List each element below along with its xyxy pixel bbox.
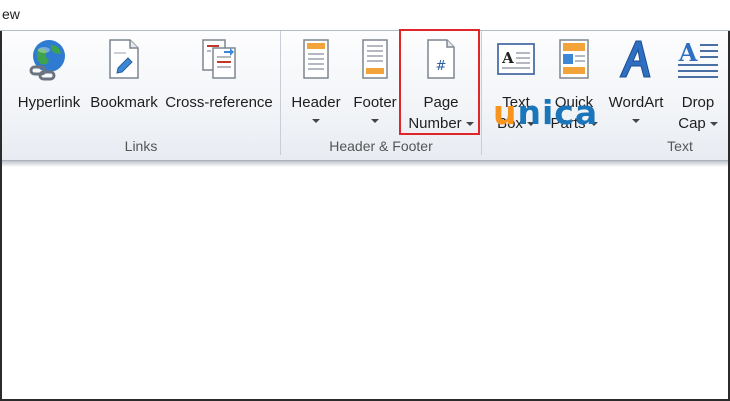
text-box-icon: A bbox=[497, 43, 535, 75]
cross-reference-icon bbox=[202, 39, 236, 79]
footer-icon bbox=[362, 39, 388, 79]
wordart-dropdown-caret[interactable] bbox=[632, 119, 640, 123]
svg-text:A: A bbox=[678, 38, 698, 67]
drop-cap-label-line2: Cap bbox=[669, 113, 727, 134]
group-separator bbox=[280, 31, 281, 155]
bookmark-button[interactable]: Bookmark bbox=[86, 31, 162, 133]
watermark-u: u bbox=[493, 93, 518, 132]
document-area[interactable] bbox=[2, 167, 728, 399]
tab-view[interactable]: ew bbox=[2, 6, 20, 22]
drop-cap-label-line1: Drop bbox=[681, 94, 715, 111]
wordart-button[interactable]: WordArt bbox=[603, 31, 669, 133]
text-group-label: Text bbox=[667, 138, 693, 154]
globe-chain-icon bbox=[29, 40, 65, 81]
drop-cap-button[interactable]: A Drop Cap bbox=[669, 31, 727, 133]
links-group-label: Links bbox=[124, 138, 158, 154]
unica-watermark: unica bbox=[493, 93, 609, 132]
footer-dropdown-caret[interactable] bbox=[371, 119, 379, 123]
ribbon-tab-strip: ew bbox=[0, 0, 730, 31]
wordart-icon bbox=[619, 40, 651, 78]
header-footer-group-label: Header & Footer bbox=[329, 138, 433, 154]
cross-reference-button[interactable]: Cross-reference bbox=[162, 31, 276, 133]
header-label: Header bbox=[291, 94, 341, 111]
header-icon bbox=[303, 39, 329, 79]
ribbon: Hyperlink Bookmark Cross-reference Links bbox=[2, 31, 728, 161]
cross-reference-label: Cross-reference bbox=[165, 94, 273, 111]
wordart-label: WordArt bbox=[608, 94, 664, 111]
drop-cap-dropdown-caret[interactable] bbox=[709, 122, 718, 127]
hyperlink-label: Hyperlink bbox=[17, 94, 81, 111]
page-number-highlight-box bbox=[399, 29, 480, 135]
bookmark-label: Bookmark bbox=[90, 94, 158, 111]
hyperlink-button[interactable]: Hyperlink bbox=[12, 31, 86, 133]
group-separator bbox=[481, 31, 482, 155]
svg-text:A: A bbox=[501, 49, 514, 67]
footer-button[interactable]: Footer bbox=[347, 31, 403, 133]
drop-cap-label-text: Cap bbox=[678, 115, 706, 132]
footer-label: Footer bbox=[353, 94, 397, 111]
header-button[interactable]: Header bbox=[285, 31, 347, 133]
drop-cap-icon: A bbox=[678, 38, 718, 78]
bookmark-page-icon bbox=[109, 39, 139, 79]
quick-parts-icon bbox=[559, 39, 589, 79]
header-dropdown-caret[interactable] bbox=[312, 119, 320, 123]
watermark-nica: nica bbox=[517, 93, 599, 132]
